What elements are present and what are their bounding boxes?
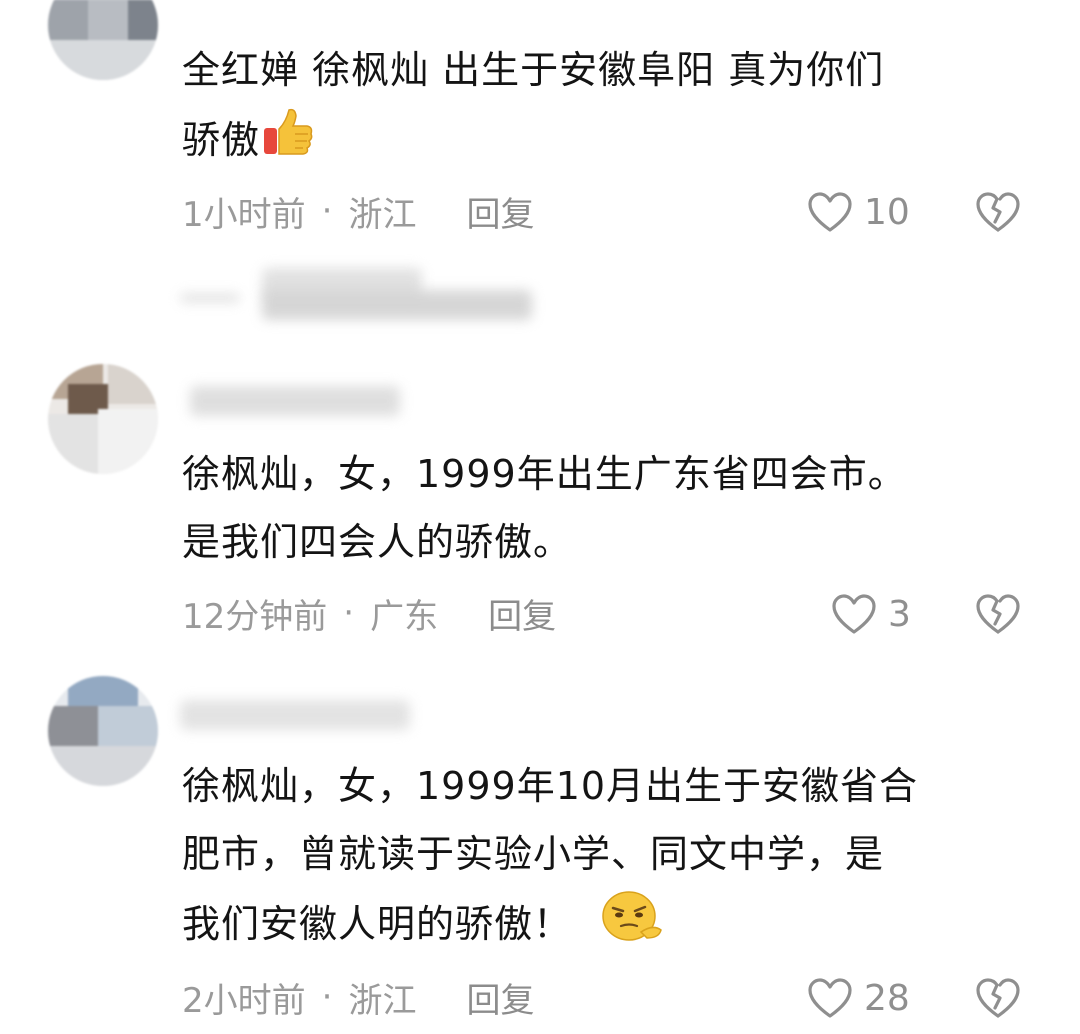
comment-time: 1小时前	[182, 194, 306, 235]
comment-text-line: 是我们四会人的骄傲。	[182, 520, 573, 564]
comment-text-line: 我们安徽人明的骄傲！	[182, 888, 1032, 965]
comment-location: 浙江	[348, 980, 417, 1021]
comment-text-line: 肥市，曾就读于实验小学、同文中学，是	[182, 832, 885, 876]
meta-separator: ·	[321, 977, 333, 1017]
comment-text: 全红婵 徐枫灿 出生于安徽阜阳 真为你们 骄傲	[182, 36, 1032, 181]
like-count: 28	[864, 977, 910, 1019]
like-button[interactable]: 28	[806, 968, 910, 1028]
meta-separator: ·	[343, 593, 355, 633]
comment-meta: 2小时前 · 浙江 回复	[182, 972, 534, 1022]
like-button[interactable]: 3	[830, 584, 911, 644]
comment-meta: 1小时前 · 浙江 回复	[182, 186, 534, 236]
username-blurred[interactable]	[180, 700, 410, 730]
comment-location: 广东	[370, 596, 439, 637]
reply-button[interactable]: 回复	[466, 973, 534, 1022]
avatar[interactable]	[48, 364, 158, 474]
avatar[interactable]	[48, 0, 158, 80]
smug-face-emoji-icon	[599, 888, 665, 965]
reply-button[interactable]: 回复	[488, 589, 556, 638]
comment-location: 浙江	[348, 194, 417, 235]
comment-meta: 12分钟前 · 广东 回复	[182, 588, 556, 638]
meta-separator: ·	[321, 191, 333, 231]
comment-text: 徐枫灿，女，1999年10月出生于安徽省合 肥市，曾就读于实验小学、同文中学，是…	[182, 752, 1032, 965]
comment-text-line: 骄傲	[182, 104, 1032, 181]
avatar[interactable]	[48, 676, 158, 786]
broken-heart-icon[interactable]	[974, 976, 1022, 1020]
like-button[interactable]: 10	[806, 182, 910, 242]
heart-outline-icon	[808, 978, 852, 1018]
like-count: 3	[888, 593, 911, 635]
heart-outline-icon	[808, 192, 852, 232]
like-count: 10	[864, 191, 910, 233]
thumbs-up-emoji-icon	[260, 104, 316, 181]
broken-heart-icon[interactable]	[974, 592, 1022, 636]
reply-button[interactable]: 回复	[466, 187, 534, 236]
username-blurred[interactable]	[190, 386, 400, 416]
comment-time: 2小时前	[182, 980, 306, 1021]
comment-text-line: 徐枫灿，女，1999年出生广东省四会市。	[182, 452, 907, 496]
comment-text-line: 徐枫灿，女，1999年10月出生于安徽省合	[182, 764, 919, 808]
broken-heart-icon[interactable]	[974, 190, 1022, 234]
comment-time: 12分钟前	[182, 596, 328, 637]
heart-outline-icon	[832, 594, 876, 634]
comment-text: 徐枫灿，女，1999年出生广东省四会市。 是我们四会人的骄傲。	[182, 440, 1032, 576]
comment-text-line: 全红婵 徐枫灿 出生于安徽阜阳 真为你们	[182, 48, 885, 92]
